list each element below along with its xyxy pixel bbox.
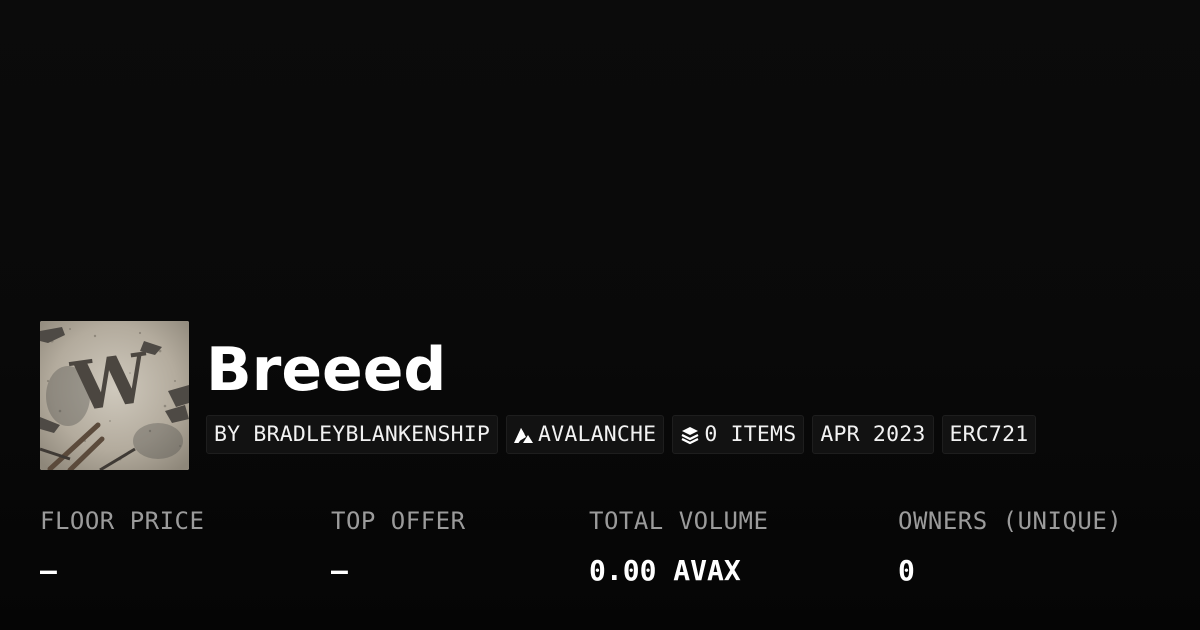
stat-floor-price: FLOOR PRICE – bbox=[40, 505, 204, 587]
stat-owners: OWNERS (UNIQUE) 0 bbox=[898, 505, 1122, 587]
top-offer-label: TOP OFFER bbox=[331, 507, 466, 535]
creator-tag[interactable]: BY BRADLEYBLANKENSHIP bbox=[206, 415, 499, 454]
total-volume-value: 0.00 AVAX bbox=[589, 554, 741, 587]
avalanche-icon bbox=[514, 426, 534, 444]
standard-tag: ERC721 bbox=[941, 415, 1037, 454]
collection-tags: BY BRADLEYBLANKENSHIP AVALANCHE 0 ITEMS … bbox=[206, 415, 1037, 454]
date-label: APR 2023 bbox=[820, 422, 926, 447]
creator-label: BY BRADLEYBLANKENSHIP bbox=[214, 422, 491, 447]
collection-avatar: W bbox=[40, 321, 189, 470]
date-tag: APR 2023 bbox=[812, 415, 934, 454]
floor-price-value: – bbox=[40, 554, 57, 587]
top-offer-value: – bbox=[331, 554, 348, 587]
owners-label: OWNERS (UNIQUE) bbox=[898, 507, 1123, 535]
stat-top-offer: TOP OFFER – bbox=[331, 505, 466, 587]
stat-total-volume: TOTAL VOLUME 0.00 AVAX bbox=[589, 505, 768, 587]
items-label: 0 ITEMS bbox=[704, 422, 797, 447]
standard-label: ERC721 bbox=[949, 422, 1029, 447]
items-tag[interactable]: 0 ITEMS bbox=[672, 415, 805, 454]
chain-label: AVALANCHE bbox=[538, 422, 657, 447]
chain-tag[interactable]: AVALANCHE bbox=[506, 415, 665, 454]
owners-value: 0 bbox=[898, 554, 915, 587]
floor-price-label: FLOOR PRICE bbox=[40, 507, 205, 535]
total-volume-label: TOTAL VOLUME bbox=[589, 507, 769, 535]
layers-icon bbox=[680, 425, 700, 445]
collection-title: Breeed bbox=[206, 335, 447, 405]
